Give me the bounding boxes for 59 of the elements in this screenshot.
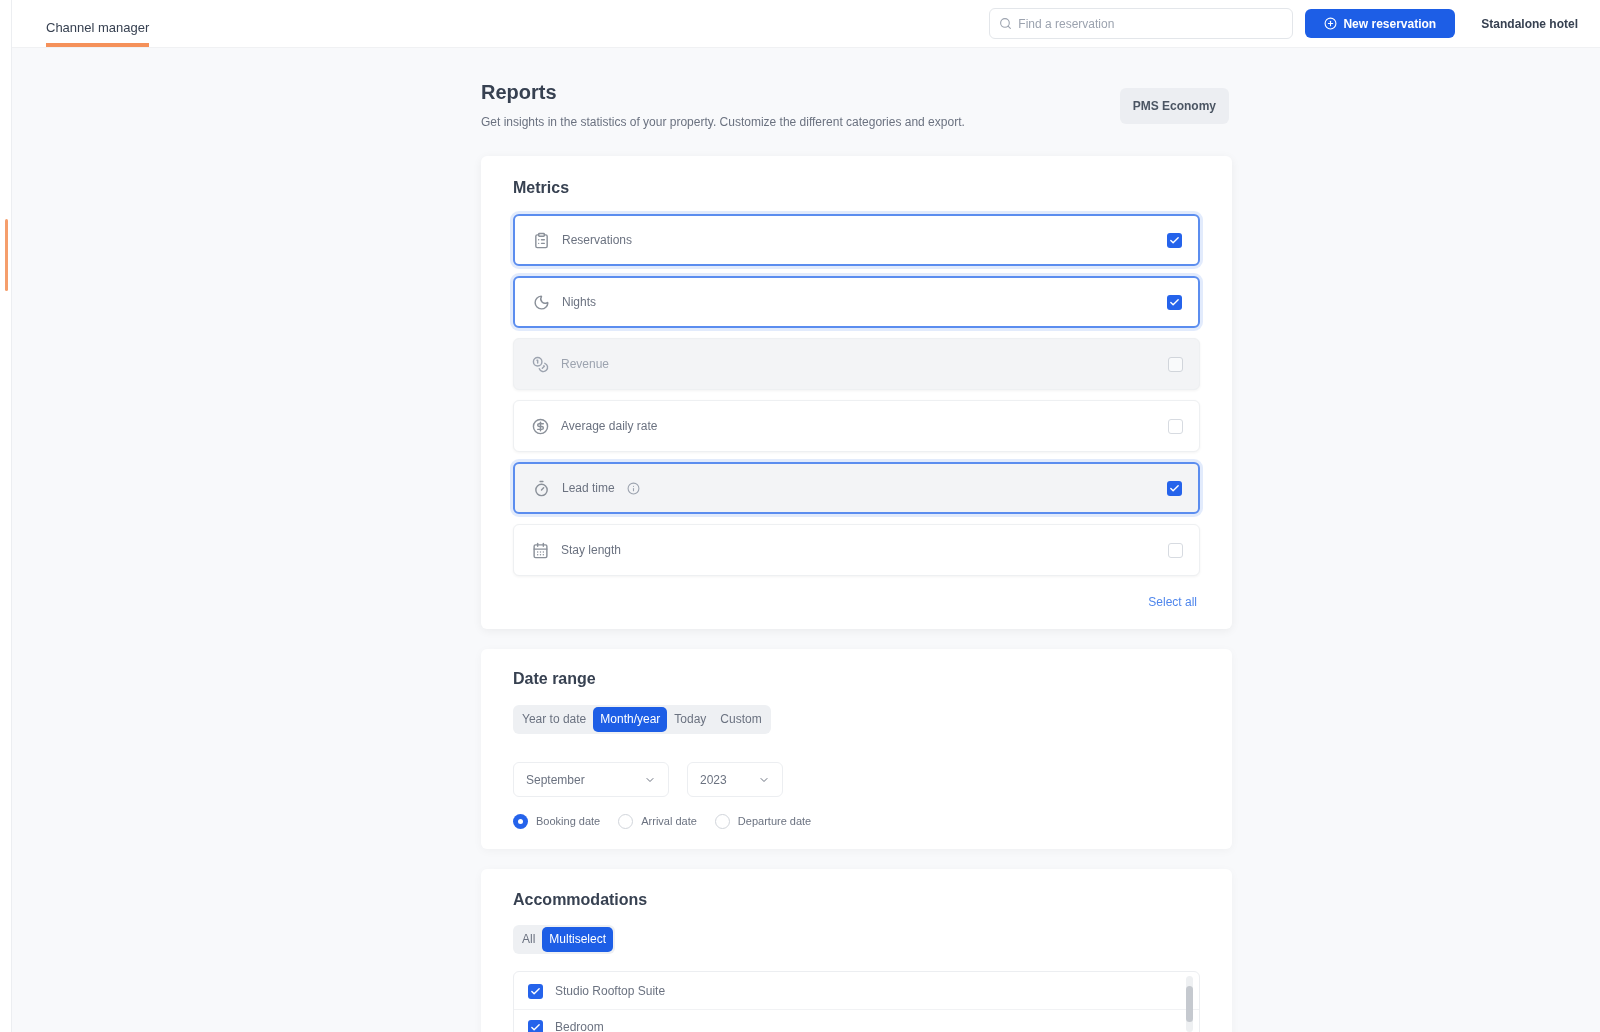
checkbox[interactable] [528,983,543,999]
metric-label: Lead time [562,480,615,497]
radio-button[interactable] [513,813,528,829]
search-field[interactable]: Find a reservation [989,8,1294,39]
new-reservation-button[interactable]: New reservation [1305,9,1456,38]
page-subtitle: Get insights in the statistics of your property. Customize the different categories and export. [481,114,965,130]
segment-tab[interactable]: Year to date [515,707,594,732]
metric-label: Stay length [561,542,622,559]
page-title: Reports [481,80,558,104]
radio-button[interactable] [714,813,730,829]
nav-tab[interactable]: Channel manager [46,0,150,47]
metric-option[interactable]: Stay length [513,524,1200,576]
metric-label: Nights [562,294,596,311]
plus-circle-icon [1324,17,1338,30]
segment-tab[interactable]: All [515,926,543,952]
section-title: Accommodations [513,889,649,910]
section-title: Metrics [513,178,571,198]
checkmark-icon [530,985,541,997]
segment-tab[interactable]: Multiselect [542,926,614,952]
segment-tab[interactable]: Today [667,707,714,732]
metric-option[interactable]: Lead time [513,462,1200,514]
checkbox[interactable] [1168,542,1183,558]
property-name: Standalone hotel [1481,15,1578,33]
metric-label: Average daily rate [561,418,658,435]
moon-icon [533,293,550,311]
checkmark-icon [1169,296,1180,308]
radio-label: Departure date [737,814,812,829]
active-indicator [5,219,8,291]
select-all-link[interactable]: Select all [1148,593,1200,611]
month-dropdown[interactable]: September [513,762,669,797]
metric-option[interactable]: Reservations [513,214,1200,266]
search-icon [999,17,1013,30]
dollar-coin-icon [532,417,549,435]
metric-option[interactable]: Nights [513,276,1200,328]
radio-label: Arrival date [641,814,697,829]
year-dropdown[interactable]: 2023 [687,762,783,797]
checkbox[interactable] [1168,418,1183,434]
checkbox[interactable] [1167,480,1182,496]
checkmark-icon [530,1021,541,1032]
metric-label: Revenue [561,356,610,373]
clipboard-icon [533,231,550,249]
economy-button[interactable]: PMS Economy [1119,88,1229,124]
accommodation-label: Bedroom [555,1019,604,1032]
checkbox[interactable] [528,1019,543,1032]
segment-tab[interactable]: Month/year [593,707,668,732]
timer-icon [533,479,550,497]
checkmark-icon [1169,234,1180,246]
checkbox[interactable] [1167,232,1182,248]
coins-icon [532,355,549,373]
accommodation-label: Studio Rooftop Suite [555,983,666,1000]
radio-button[interactable] [618,813,634,829]
radio-label: Booking date [536,814,601,829]
checkmark-icon [1169,482,1180,494]
metric-option[interactable]: Average daily rate [513,400,1200,452]
segment-tab[interactable]: Custom [713,707,769,732]
section-title: Date range [513,669,597,689]
metric-label: Reservations [562,232,633,249]
checkbox[interactable] [1167,294,1182,310]
calendar-icon [532,541,549,559]
